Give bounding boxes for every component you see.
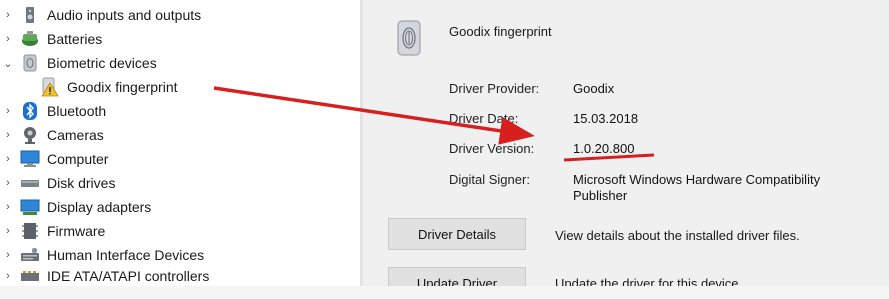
tree-item-label: Human Interface Devices: [47, 247, 205, 263]
driver-version-label: Driver Version:: [449, 141, 535, 156]
tree-item-ide-controllers[interactable]: › IDE ATA/ATAPI controllers: [0, 264, 209, 286]
tree-item-label: Disk drives: [47, 175, 116, 191]
tree-item-disk-drives[interactable]: › Disk drives: [0, 171, 115, 195]
driver-properties-panel: Goodix fingerprint Driver Provider: Good…: [363, 0, 889, 299]
tree-item-label: Goodix fingerprint: [67, 79, 178, 95]
fingerprint-device-icon: [397, 20, 421, 56]
driver-date-label: Driver Date:: [449, 111, 519, 126]
tree-item-audio[interactable]: › Audio inputs and outputs: [0, 3, 201, 27]
chevron-right-icon[interactable]: ›: [2, 177, 14, 189]
driver-details-description: View details about the installed driver …: [555, 228, 800, 243]
tree-item-cameras[interactable]: › Cameras: [0, 123, 104, 147]
tree-item-label: Biometric devices: [47, 55, 157, 71]
ide-controller-icon: [20, 266, 40, 286]
chevron-right-icon[interactable]: ›: [2, 33, 14, 45]
speaker-icon: [20, 5, 40, 25]
bottom-edge: [0, 286, 889, 299]
digital-signer-value: Microsoft Windows Hardware Compatibility…: [573, 172, 821, 203]
tree-item-label: Computer: [47, 151, 109, 167]
chevron-down-icon[interactable]: ⌄: [2, 57, 14, 70]
battery-icon: [20, 29, 40, 49]
chevron-right-icon[interactable]: ›: [2, 153, 14, 165]
driver-provider-value: Goodix: [573, 81, 615, 96]
chevron-right-icon[interactable]: ›: [2, 201, 14, 213]
chevron-right-icon[interactable]: ›: [2, 249, 14, 261]
tree-item-label: IDE ATA/ATAPI controllers: [47, 268, 210, 284]
driver-details-button[interactable]: Driver Details: [388, 218, 526, 250]
biometric-icon: [20, 53, 40, 73]
tree-item-label: Cameras: [47, 127, 104, 143]
tree-item-label: Batteries: [47, 31, 103, 47]
chevron-right-icon[interactable]: ›: [2, 9, 14, 21]
camera-icon: [20, 125, 40, 145]
tree-item-bluetooth[interactable]: › Bluetooth: [0, 99, 106, 123]
tree-item-label: Firmware: [47, 223, 106, 239]
tree-item-label: Audio inputs and outputs: [47, 7, 202, 23]
chevron-right-icon[interactable]: ›: [2, 270, 14, 282]
bluetooth-icon: [20, 101, 40, 121]
computer-icon: [20, 149, 40, 169]
hid-icon: [20, 245, 40, 265]
driver-version-value: 1.0.20.800: [573, 141, 635, 156]
fingerprint-warning-icon: [40, 77, 60, 97]
tree-item-batteries[interactable]: › Batteries: [0, 27, 102, 51]
display-adapter-icon: [20, 197, 40, 217]
chevron-right-icon[interactable]: ›: [2, 225, 14, 237]
driver-date-value: 15.03.2018: [573, 111, 639, 126]
device-tree: › Audio inputs and outputs › Batteries ⌄: [0, 0, 360, 286]
disk-drive-icon: [20, 173, 40, 193]
digital-signer-label: Digital Signer:: [449, 172, 530, 187]
tree-item-display-adapters[interactable]: › Display adapters: [0, 195, 151, 219]
tree-item-goodix-fingerprint[interactable]: Goodix fingerprint: [40, 75, 178, 99]
driver-provider-label: Driver Provider:: [449, 81, 540, 96]
tree-item-label: Bluetooth: [47, 103, 107, 119]
chevron-right-icon[interactable]: ›: [2, 105, 14, 117]
chevron-right-icon[interactable]: ›: [2, 129, 14, 141]
tree-item-firmware[interactable]: › Firmware: [0, 219, 105, 243]
tree-item-computer[interactable]: › Computer: [0, 147, 108, 171]
device-name: Goodix fingerprint: [449, 24, 552, 39]
tree-item-label: Display adapters: [47, 199, 152, 215]
firmware-icon: [20, 221, 40, 241]
tree-item-biometric[interactable]: ⌄ Biometric devices: [0, 51, 157, 75]
